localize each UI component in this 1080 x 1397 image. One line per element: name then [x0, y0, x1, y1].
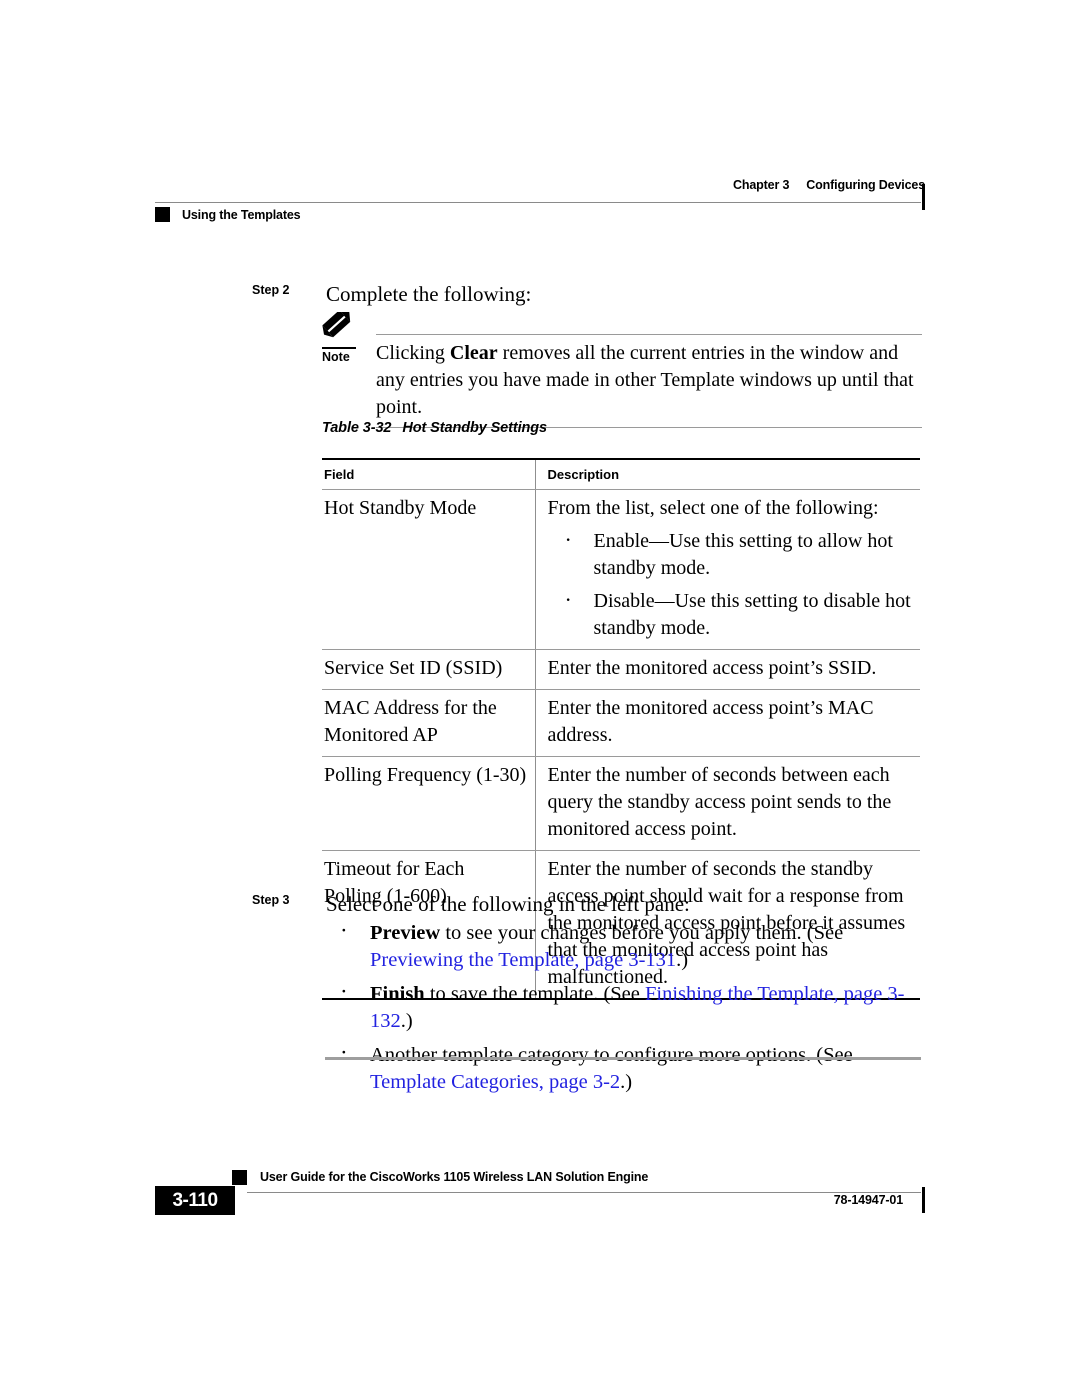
header-end-bar: [922, 184, 925, 210]
cell-description-text: Enter the number of seconds between each…: [547, 764, 892, 840]
cell-description-text: Enter the monitored access point’s SSID.: [547, 657, 877, 679]
table-row: Polling Frequency (1-30) Enter the number…: [322, 756, 920, 851]
header-chapter-title: Configuring Devices: [806, 178, 925, 192]
step-2-text: Complete the following:: [326, 282, 532, 306]
cell-description: From the list, select one of the followi…: [534, 489, 920, 650]
header-section-info: Using the Templates: [155, 207, 301, 222]
cell-field: Service Set ID (SSID): [322, 649, 535, 690]
header-chapter-info: Chapter 3 Configuring Devices: [733, 178, 925, 192]
footer-document-title: User Guide for the CiscoWorks 1105 Wirel…: [260, 1170, 649, 1184]
table-row: Service Set ID (SSID) Enter the monitored…: [322, 649, 920, 690]
cell-description: Enter the monitored access point’s MAC a…: [534, 689, 920, 757]
cell-bullet-item: Disable—Use this setting to disable hot …: [548, 586, 917, 642]
cell-bullet-list: Enable—Use this setting to allow hot sta…: [548, 526, 917, 642]
note-text: Clicking Clear removes all the current e…: [376, 335, 922, 427]
note-body: Clicking Clear removes all the current e…: [376, 334, 922, 428]
list-item-tail: .): [620, 1071, 633, 1093]
page-footer: User Guide for the CiscoWorks 1105 Wirel…: [155, 1170, 925, 1230]
step-3-text: Select one of the following in the left …: [326, 892, 690, 916]
document-page: Chapter 3 Configuring Devices Using the …: [0, 0, 1080, 1397]
table-caption: Table 3-32 Hot Standby Settings: [322, 420, 547, 436]
table-row: MAC Address for the Monitored AP Enter th…: [322, 689, 920, 757]
page-header: Chapter 3 Configuring Devices Using the …: [155, 178, 925, 228]
note-icon-underline: [322, 347, 356, 349]
note-icon-wrapper: [322, 312, 372, 349]
list-item-tail: .): [400, 1010, 413, 1032]
table-head: Field Description: [322, 458, 920, 490]
cell-field: MAC Address for the Monitored AP: [322, 689, 535, 757]
header-section-title: Using the Templates: [182, 207, 301, 222]
cell-field: Polling Frequency (1-30): [322, 756, 535, 851]
cell-description-text: Enter the monitored access point’s MAC a…: [547, 697, 874, 746]
note-label: Note: [322, 350, 350, 364]
note-text-before: Clicking: [376, 342, 450, 364]
list-item-keyword: Preview: [370, 922, 441, 944]
cross-reference-link[interactable]: Previewing the Template, page 3-131: [370, 949, 676, 971]
list-item-text: to see your changes before you apply the…: [440, 922, 844, 944]
cell-field: Hot Standby Mode: [322, 489, 535, 650]
list-item: Finish to save the template. (See Finish…: [326, 978, 926, 1035]
step-3-label: Step 3: [252, 893, 290, 907]
column-header-description: Description: [534, 458, 920, 490]
cell-description: Enter the number of seconds between each…: [534, 756, 920, 851]
hot-standby-settings-table: Field Description Hot Standby Mode From t…: [322, 458, 920, 1000]
table-caption-number: Table 3-32: [322, 420, 392, 436]
header-rule: [155, 202, 921, 203]
list-item: Another template category to configure m…: [326, 1039, 926, 1096]
list-item-tail: .): [676, 949, 689, 971]
step-2: Step 2 Complete the following:: [252, 280, 932, 308]
step-2-label: Step 2: [252, 283, 290, 297]
footer-document-number: 78-14947-01: [833, 1193, 903, 1207]
cross-reference-link[interactable]: Template Categories, page 3-2: [370, 1071, 620, 1093]
header-chapter-number: Chapter 3: [732, 178, 790, 192]
footer-square-marker-icon: [232, 1170, 247, 1185]
footer-rule: [247, 1192, 921, 1193]
body-bottom-rule: [325, 1057, 921, 1060]
step-3: Step 3 Select one of the following in th…: [252, 890, 932, 918]
table-row: Hot Standby Mode From the list, select on…: [322, 489, 920, 650]
footer-end-bar: [922, 1187, 925, 1213]
pencil-icon: [322, 312, 351, 338]
table-header-row: Field Description: [322, 458, 920, 490]
list-item-text: to save the template. (See: [424, 983, 645, 1005]
footer-page-number: 3-110: [155, 1186, 235, 1215]
table-caption-title: Hot Standby Settings: [402, 420, 548, 436]
header-square-marker-icon: [155, 207, 170, 222]
cell-description: Enter the monitored access point’s SSID.: [534, 649, 920, 690]
list-item-text: Another template category to configure m…: [370, 1044, 853, 1066]
cell-bullet-item: Enable—Use this setting to allow hot sta…: [548, 526, 917, 582]
note-bold-keyword: Clear: [449, 342, 498, 364]
list-item: Preview to see your changes before you a…: [326, 917, 926, 974]
column-header-field: Field: [322, 458, 535, 490]
cell-description-text: From the list, select one of the followi…: [547, 497, 879, 519]
list-item-keyword: Finish: [370, 983, 425, 1005]
step-3-bullet-list: Preview to see your changes before you a…: [326, 917, 926, 1103]
